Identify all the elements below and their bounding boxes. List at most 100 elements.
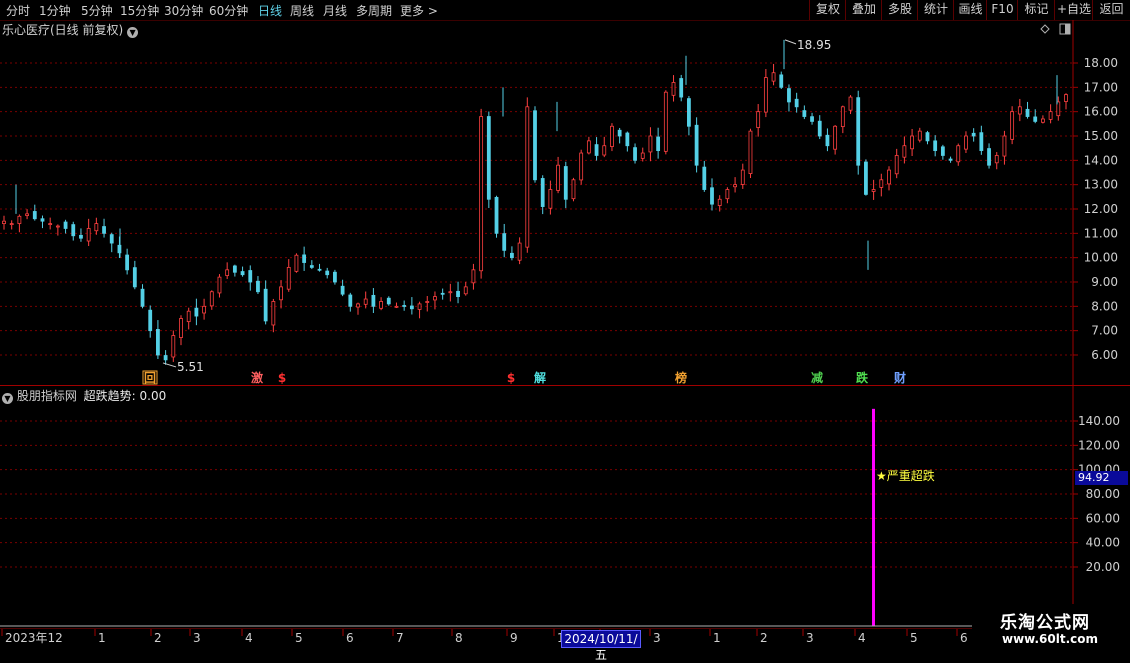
candle [840,105,845,134]
candle [156,320,160,359]
tool-back[interactable]: 返回 [1092,0,1130,20]
period-tab-1min[interactable]: 1分钟 [39,2,71,19]
tool-draw-line[interactable]: 画线 [953,0,987,20]
candle [179,315,183,346]
candle [9,220,14,230]
period-tab-monthly[interactable]: 月线 [323,2,347,19]
candle [879,173,884,197]
tool-f10[interactable]: F10 [986,0,1018,20]
candle [964,131,968,154]
candle [148,305,153,338]
candle [17,214,22,233]
price-tick-label: 16.00 [1084,105,1118,119]
event-marker-text: $ [278,371,286,385]
low-price-label: 5.51 [177,360,204,374]
event-marker: $ [507,371,515,385]
candle [956,143,961,166]
candle [225,262,230,280]
cursor-date: 2024/10/11/五 [561,630,641,662]
price-tick-label: 18.00 [1084,56,1118,70]
tool-multi-stock[interactable]: 多股 [881,0,918,20]
candle [687,96,691,136]
top-toolbar: 分时 1分钟 5分钟 15分钟 30分钟 60分钟 日线 周线 月线 多周期 更… [0,0,1130,21]
low-pointer [162,362,177,368]
price-tick-label: 14.00 [1084,153,1118,167]
more-label: 更多 [400,4,425,18]
date-label: 1 [713,631,721,645]
event-marker-text: 减 [811,370,823,385]
candle [763,69,768,118]
candle [25,209,29,220]
date-label: 5 [910,631,918,645]
event-marker-text: 榜 [675,370,687,385]
candle [486,111,491,208]
period-tab-fenshi[interactable]: 分时 [6,2,30,19]
chevron-right-icon: > [427,4,438,18]
candle [563,161,568,209]
candle [302,246,307,271]
period-tab-60min[interactable]: 60分钟 [209,2,248,19]
candle [733,177,737,193]
event-marker-text: 跌 [856,370,869,385]
price-tick-label: 15.00 [1084,129,1118,143]
period-tab-multi[interactable]: 多周期 [356,2,392,19]
period-tab-15min[interactable]: 15分钟 [120,2,159,19]
date-label: 4 [858,631,866,645]
price-tick-label: 10.00 [1084,251,1118,265]
candle [994,152,999,170]
candle [471,263,476,290]
date-label: 3 [193,631,201,645]
tool-restore-rights[interactable]: 复权 [809,0,846,20]
candle [617,127,622,144]
high-price-label: 18.95 [797,38,831,52]
period-tab-more[interactable]: 更多 > [400,2,438,19]
candle [917,127,922,143]
candle [294,253,299,273]
tool-add-favorite[interactable]: +自选 [1054,0,1093,20]
candle [125,248,130,275]
candle [194,298,199,326]
date-label: 2023年12 [5,631,63,645]
candle [79,228,83,242]
candle [32,204,37,221]
candle [1041,115,1045,124]
event-marker: $ [278,371,286,385]
period-tab-daily[interactable]: 日线 [258,2,282,19]
indicator-tick-label: 20.00 [1086,560,1120,574]
signal-label: ★严重超跌 [876,468,935,483]
candle [171,330,176,362]
period-tab-30min[interactable]: 30分钟 [164,2,203,19]
indicator-tick-label: 80.00 [1086,487,1120,501]
candle [894,148,899,179]
tool-overlay[interactable]: 叠加 [845,0,882,20]
candle [440,288,445,300]
candle [871,179,876,200]
period-tab-weekly[interactable]: 周线 [290,2,314,19]
price-tick-label: 11.00 [1084,226,1118,240]
date-label: 3 [806,631,814,645]
candle [594,137,599,161]
price-chart[interactable]: 18.00 17.00 16.00 15.00 14.00 13.00 12.00 11.00… [0,20,1130,385]
price-tick-label: 17.00 [1084,80,1118,94]
candle [610,123,614,152]
candle [402,300,407,311]
candle [710,178,714,211]
candle [679,74,684,102]
indicator-current-value: 94.92 [1075,471,1128,485]
tool-statistics[interactable]: 统计 [917,0,954,20]
price-tick-label: 8.00 [1091,299,1118,313]
candle [910,128,914,157]
candle [48,217,53,230]
candle [694,117,699,173]
date-label: 2 [154,631,162,645]
tool-mark[interactable]: 标记 [1017,0,1055,20]
period-tab-5min[interactable]: 5分钟 [81,2,113,19]
indicator-chart[interactable]: 140.00120.00100.0080.0060.0040.0020.00★严… [0,386,1130,628]
candle [448,283,453,302]
candle [887,166,891,191]
candle [586,136,591,155]
candle [802,105,807,120]
date-label: 5 [295,631,303,645]
candle [109,232,114,253]
candle [948,156,953,163]
